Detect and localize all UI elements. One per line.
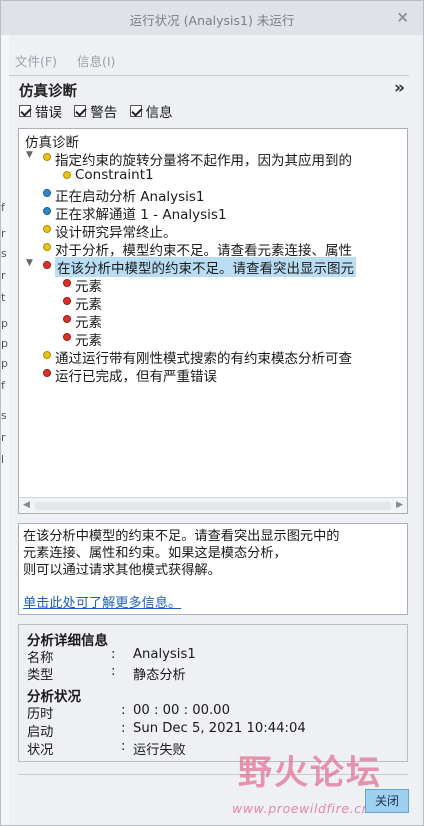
- filter-warnings-label: 警告: [90, 105, 118, 121]
- scroll-left-icon[interactable]: ◀: [23, 500, 30, 510]
- elapsed-label: 历时: [27, 707, 54, 722]
- background-window-edge: f r s r t p p p f s r l: [1, 1, 9, 825]
- warning-status-icon: [43, 243, 51, 251]
- elapsed-value: 00 : 00 : 00.00: [133, 703, 230, 718]
- health-window: f r s r t p p p f s r l 运行状况 (Analysis1)…: [0, 0, 424, 826]
- tree-row[interactable]: 元素: [19, 328, 407, 349]
- elapsed-separator: :: [121, 703, 126, 718]
- scrollbar-thumb[interactable]: [35, 502, 391, 510]
- tree-row[interactable]: 正在启动分析 Analysis1: [19, 184, 407, 205]
- edge-glyph: p: [1, 317, 8, 330]
- state-separator: :: [121, 739, 126, 754]
- start-label: 启动: [27, 725, 54, 740]
- checkbox-checked-icon[interactable]: [19, 105, 31, 117]
- type-value: 静态分析: [133, 668, 186, 683]
- status-title: 分析状况: [27, 689, 81, 705]
- info-status-icon: [43, 189, 51, 197]
- edge-glyph: l: [1, 453, 5, 466]
- filter-info-label: 信息: [145, 105, 173, 121]
- menu-info[interactable]: 信息(I): [77, 54, 115, 69]
- horizontal-scrollbar[interactable]: ◀ ▶: [19, 497, 407, 513]
- tree-row[interactable]: 元素: [19, 274, 407, 295]
- info-status-icon: [43, 207, 51, 215]
- menu-file[interactable]: 文件(F): [15, 54, 57, 69]
- tree-row[interactable]: 元素: [19, 310, 407, 331]
- edge-glyph: p: [1, 357, 8, 370]
- scroll-right-icon[interactable]: ▶: [396, 500, 403, 510]
- warning-status-icon: [63, 171, 71, 179]
- filter-errors-label: 错误: [35, 105, 62, 121]
- tree-row[interactable]: 对于分析，模型约束不足。请查看元素连接、属性: [19, 238, 407, 259]
- checkbox-checked-icon[interactable]: [129, 105, 142, 117]
- diagnostics-tree-panel: 仿真诊断 ▼ 指定约束的旋转分量将不起作用，因为其应用到的 Constraint1 正在…: [18, 128, 408, 514]
- tree-row[interactable]: 正在求解通道 1 - Analysis1: [19, 202, 407, 223]
- tree-row[interactable]: ▼ 在该分析中模型的约束不足。请查看突出显示图元: [19, 256, 407, 277]
- error-status-icon: [43, 369, 51, 377]
- state-value: 运行失败: [133, 743, 186, 758]
- filter-warnings-checkbox[interactable]: 警告: [74, 101, 117, 121]
- error-status-icon: [43, 261, 51, 269]
- tree-row[interactable]: 仿真诊断: [19, 130, 407, 151]
- details-title: 分析详细信息: [27, 633, 108, 649]
- edge-glyph: t: [1, 291, 6, 304]
- menu-bar: 文件(F) 信息(I): [15, 51, 131, 71]
- window-title: 运行状况 (Analysis1) 未运行: [129, 13, 295, 28]
- tree-row[interactable]: 元素: [19, 292, 407, 313]
- start-value: Sun Dec 5, 2021 10:44:04: [133, 721, 306, 736]
- analysis-details-panel: 分析详细信息 名称 : Analysis1 类型 : 静态分析 分析状况 历时 …: [18, 624, 408, 762]
- type-separator: :: [111, 664, 116, 679]
- type-label: 类型: [27, 668, 54, 683]
- expand-chevron-icon[interactable]: »: [394, 78, 405, 98]
- edge-glyph: p: [1, 337, 8, 350]
- edge-glyph: r: [1, 431, 6, 444]
- tree-row-label: 运行已完成，但有严重错误: [55, 369, 217, 385]
- checkbox-checked-icon[interactable]: [74, 105, 87, 117]
- tree-row[interactable]: 运行已完成，但有严重错误: [19, 364, 407, 385]
- tree-row[interactable]: Constraint1: [19, 166, 407, 184]
- edge-glyph: f: [1, 379, 5, 392]
- name-separator: :: [111, 647, 116, 662]
- message-description-panel: 在该分析中模型的约束不足。请查看突出显示图元中的 元素连接、属性和约束。如果这是…: [18, 523, 408, 615]
- error-status-icon: [63, 297, 71, 305]
- message-description: 在该分析中模型的约束不足。请查看突出显示图元中的 元素连接、属性和约束。如果这是…: [23, 529, 340, 578]
- warning-status-icon: [43, 225, 51, 233]
- collapse-triangle-icon[interactable]: ▼: [26, 258, 33, 268]
- error-status-icon: [63, 315, 71, 323]
- panel-title: 仿真诊断: [19, 84, 77, 100]
- name-value: Analysis1: [133, 647, 196, 662]
- collapse-triangle-icon[interactable]: ▼: [26, 150, 33, 160]
- warning-status-icon: [43, 153, 51, 161]
- error-status-icon: [63, 279, 71, 287]
- edge-glyph: f: [1, 201, 5, 214]
- start-separator: :: [121, 721, 126, 736]
- close-button[interactable]: 关闭: [365, 789, 409, 813]
- warning-status-icon: [43, 351, 51, 359]
- diagnostics-header: 仿真诊断 »: [9, 75, 409, 101]
- tree-row[interactable]: 通过运行带有刚性模式搜索的有约束模态分析可查: [19, 346, 407, 367]
- tree-row[interactable]: 设计研究异常终止。: [19, 220, 407, 241]
- edge-glyph: s: [1, 409, 7, 422]
- edge-glyph: s: [1, 247, 7, 260]
- tree-row-label: Constraint1: [75, 167, 154, 183]
- divider: [18, 774, 408, 775]
- tree-row[interactable]: ▼ 指定约束的旋转分量将不起作用，因为其应用到的: [19, 148, 407, 169]
- edge-glyph: r: [1, 227, 6, 240]
- diagnostics-tree[interactable]: 仿真诊断 ▼ 指定约束的旋转分量将不起作用，因为其应用到的 Constraint1 正在…: [19, 129, 407, 497]
- watermark-url: www.proewildfire.cn: [232, 801, 371, 816]
- state-label: 状况: [27, 743, 54, 758]
- error-status-icon: [63, 333, 71, 341]
- close-icon[interactable]: ×: [396, 8, 409, 26]
- title-bar[interactable]: 运行状况 (Analysis1) 未运行 ×: [1, 1, 423, 35]
- learn-more-link[interactable]: 单击此处可了解更多信息。: [23, 592, 181, 611]
- edge-glyph: r: [1, 269, 6, 282]
- message-filters: 错误 警告 信息: [19, 101, 181, 121]
- filter-info-checkbox[interactable]: 信息: [129, 101, 173, 121]
- filter-errors-checkbox[interactable]: 错误: [19, 101, 62, 121]
